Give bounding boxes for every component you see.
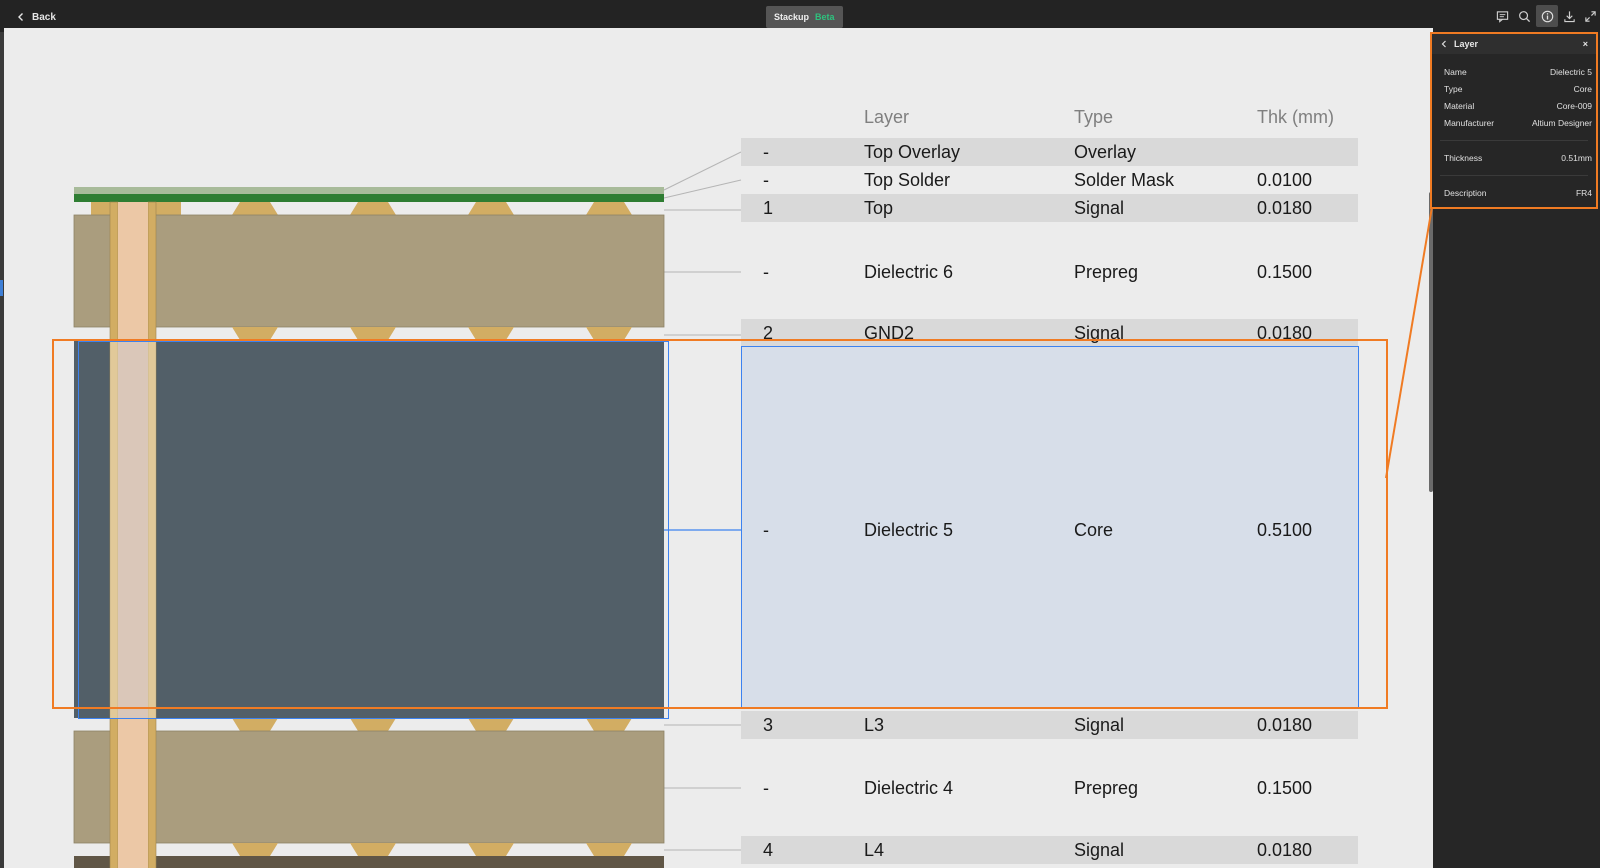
divider	[1440, 175, 1588, 176]
layer-l4-copper[interactable]	[232, 843, 632, 856]
close-icon[interactable]: ×	[1583, 39, 1588, 49]
divider	[1440, 140, 1588, 141]
back-label: Back	[32, 11, 56, 23]
prop-description: Description FR4	[1444, 188, 1592, 198]
prop-thickness: Thickness 0.51mm	[1444, 153, 1592, 163]
row-type: Signal	[1074, 323, 1125, 343]
row-layer: GND2	[864, 323, 915, 343]
prop-value: Altium Designer	[1532, 118, 1592, 128]
row-thk: 0.0180	[1257, 198, 1313, 218]
expand-icon[interactable]	[1582, 8, 1598, 24]
header-thickness: Thk (mm)	[1257, 107, 1334, 127]
row-type: Prepreg	[1074, 262, 1139, 282]
stackup-canvas: Layer Type Thk (mm) - Top Overlay Overla…	[4, 28, 1433, 868]
row-layer: Top Overlay	[864, 142, 961, 162]
left-edge-marker	[0, 280, 3, 296]
row-layer: Dielectric 5	[864, 520, 954, 540]
layer-l3-copper[interactable]	[232, 718, 632, 731]
prop-value: Core	[1573, 84, 1592, 94]
download-icon[interactable]	[1561, 8, 1577, 24]
layer-dielectric-next	[74, 856, 664, 868]
row-type: Signal	[1074, 715, 1125, 735]
row-num: 1	[763, 198, 774, 218]
header-layer: Layer	[864, 107, 910, 127]
prop-label: Description	[1444, 188, 1487, 198]
row-layer: L3	[864, 715, 885, 735]
row-layer: L4	[864, 840, 885, 860]
row-type: Signal	[1074, 198, 1125, 218]
row-thk: 0.5100	[1257, 520, 1313, 540]
row-num: -	[763, 520, 769, 540]
layer-top-overlay[interactable]	[74, 187, 664, 194]
prop-label: Type	[1444, 84, 1463, 94]
comment-icon[interactable]	[1494, 8, 1510, 24]
prop-value: 0.51mm	[1561, 153, 1592, 163]
row-type: Core	[1074, 520, 1114, 540]
row-thk: 0.0180	[1257, 323, 1313, 343]
back-button[interactable]: Back	[16, 9, 56, 25]
info-icon	[1539, 8, 1555, 24]
row-num: -	[763, 170, 769, 190]
page-title: Stackup Beta	[766, 6, 843, 28]
row-bg-0	[741, 138, 1358, 166]
header-type: Type	[1074, 107, 1114, 127]
layer-gnd2-copper[interactable]	[232, 327, 632, 340]
via[interactable]	[109, 201, 157, 868]
layer-dielectric-6[interactable]	[73, 214, 665, 328]
layer-top-solder[interactable]	[74, 194, 664, 202]
layer-top-copper[interactable]	[91, 202, 632, 215]
row-layer: Top Solder	[864, 170, 951, 190]
row-thk: 0.0180	[1257, 715, 1313, 735]
row-thk: 0.0100	[1257, 170, 1313, 190]
row-type: Signal	[1074, 840, 1125, 860]
info-button[interactable]	[1536, 5, 1558, 27]
beta-badge: Beta	[815, 12, 835, 22]
row-thk: 0.0180	[1257, 840, 1313, 860]
properties-title: Layer	[1454, 39, 1479, 49]
prop-label: Thickness	[1444, 153, 1483, 163]
row-layer: Top	[864, 198, 894, 218]
connector-lines	[663, 151, 742, 851]
prop-label: Manufacturer	[1444, 118, 1495, 128]
chevron-left-icon[interactable]	[1440, 40, 1448, 48]
row-thk: 0.1500	[1257, 778, 1313, 798]
prop-material: Material Core-009	[1444, 101, 1592, 111]
row-num: 4	[763, 840, 774, 860]
row-layer: Dielectric 6	[864, 262, 954, 282]
row-type: Overlay	[1074, 142, 1137, 162]
title-text: Stackup	[774, 12, 810, 22]
row-num: 3	[763, 715, 774, 735]
row-num: -	[763, 778, 769, 798]
row-thk: 0.1500	[1257, 262, 1313, 282]
prop-value: Dielectric 5	[1549, 67, 1592, 77]
chevron-left-icon	[18, 13, 23, 21]
properties-header: Layer ×	[1432, 34, 1596, 54]
layer-dielectric-5[interactable]	[74, 340, 664, 718]
row-num: 2	[763, 323, 774, 343]
prop-type: Type Core	[1444, 84, 1592, 94]
prop-value: FR4	[1575, 188, 1592, 198]
layer-dielectric-4[interactable]	[73, 730, 665, 844]
row-num: -	[763, 262, 769, 282]
row-type: Prepreg	[1074, 778, 1139, 798]
row-num: -	[763, 142, 769, 162]
prop-value: Core-009	[1556, 101, 1592, 111]
row-type: Solder Mask	[1074, 170, 1175, 190]
prop-manufacturer: Manufacturer Altium Designer	[1444, 118, 1592, 128]
prop-label: Material	[1444, 101, 1475, 111]
prop-name: Name Dielectric 5	[1444, 67, 1592, 77]
row-layer: Dielectric 4	[864, 778, 954, 798]
prop-label: Name	[1444, 67, 1467, 77]
search-icon[interactable]	[1516, 8, 1532, 24]
layer-properties-panel: Layer × Name Dielectric 5 Type Core Mate…	[1430, 32, 1598, 209]
